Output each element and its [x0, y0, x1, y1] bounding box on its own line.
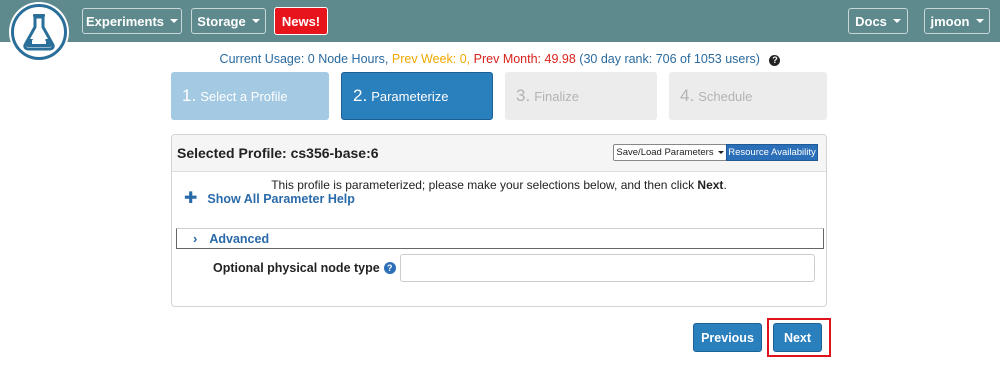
- previous-button[interactable]: Previous: [693, 323, 762, 352]
- step-label: Select a Profile: [200, 88, 288, 104]
- caret-down-icon: [251, 19, 260, 23]
- question-circle-icon[interactable]: ?: [769, 55, 781, 66]
- step-schedule: 4. Schedule: [669, 72, 827, 120]
- usage-rank-text: (30 day rank: 706 of 1053 users): [579, 52, 760, 66]
- step-finalize: 3. Finalize: [505, 72, 657, 120]
- prev-month-usage-text: Prev Month: 49.98: [473, 52, 576, 66]
- step-number: 1.: [182, 86, 197, 105]
- resource-availability-button[interactable]: Resource Availability: [726, 144, 818, 161]
- intro-end: .: [723, 178, 727, 192]
- parameterized-intro-text: This profile is parameterized; please ma…: [172, 178, 826, 192]
- current-usage-text: Current Usage: 0 Node Hours,: [219, 52, 389, 66]
- experiments-menu-label: Experiments: [85, 13, 165, 29]
- next-button[interactable]: Next: [773, 323, 822, 352]
- node-type-label-text: Optional physical node type: [213, 261, 380, 275]
- save-load-parameters-dropdown[interactable]: Save/Load Parameters: [613, 144, 727, 161]
- caret-down-icon: [170, 19, 179, 23]
- storage-menu-button[interactable]: Storage: [191, 8, 266, 34]
- show-help-label: Show All Parameter Help: [207, 192, 355, 206]
- experiments-menu-button[interactable]: Experiments: [82, 8, 182, 34]
- storage-menu-label: Storage: [197, 13, 246, 29]
- caret-down-icon: [892, 19, 901, 23]
- plus-icon: ✚: [184, 190, 198, 207]
- user-menu-button[interactable]: jmoon: [924, 8, 990, 34]
- caret-down-icon: [717, 151, 724, 154]
- docs-menu-label: Docs: [855, 13, 887, 29]
- selected-profile-title: Selected Profile: cs356-base:6: [177, 145, 379, 161]
- intro-next-word: Next: [697, 178, 724, 192]
- step-label: Parameterize: [371, 88, 449, 104]
- step-label: Finalize: [534, 88, 579, 104]
- advanced-section-toggle[interactable]: › Advanced: [176, 228, 824, 249]
- caret-down-icon: [975, 19, 984, 23]
- step-parameterize[interactable]: 2. Parameterize: [341, 72, 493, 120]
- node-type-label: Optional physical node type ?: [213, 261, 396, 275]
- step-number: 2.: [353, 86, 368, 105]
- docs-menu-button[interactable]: Docs: [848, 8, 908, 34]
- step-label: Schedule: [698, 88, 753, 104]
- step-number: 4.: [680, 86, 695, 105]
- prev-week-usage-text: Prev Week: 0,: [391, 52, 471, 66]
- intro-text: This profile is parameterized; please ma…: [271, 178, 698, 192]
- user-menu-label: jmoon: [930, 13, 970, 29]
- show-all-parameter-help-link[interactable]: ✚ Show All Parameter Help: [184, 190, 355, 207]
- panel-header: Selected Profile: cs356-base:6 Save/Load…: [172, 135, 826, 172]
- parameter-panel: Selected Profile: cs356-base:6 Save/Load…: [171, 134, 827, 307]
- news-button[interactable]: News!: [274, 7, 328, 35]
- top-navbar: Experiments Storage News! Docs jmoon: [0, 0, 1000, 42]
- question-circle-icon[interactable]: ?: [383, 262, 396, 274]
- advanced-label: Advanced: [209, 231, 270, 246]
- chevron-right-icon: ›: [193, 231, 198, 246]
- usage-summary: Current Usage: 0 Node Hours, Prev Week: …: [0, 52, 1000, 66]
- step-select-profile[interactable]: 1. Select a Profile: [171, 72, 329, 120]
- node-type-input[interactable]: [400, 254, 815, 282]
- step-number: 3.: [516, 86, 531, 105]
- save-load-label: Save/Load Parameters: [616, 147, 714, 158]
